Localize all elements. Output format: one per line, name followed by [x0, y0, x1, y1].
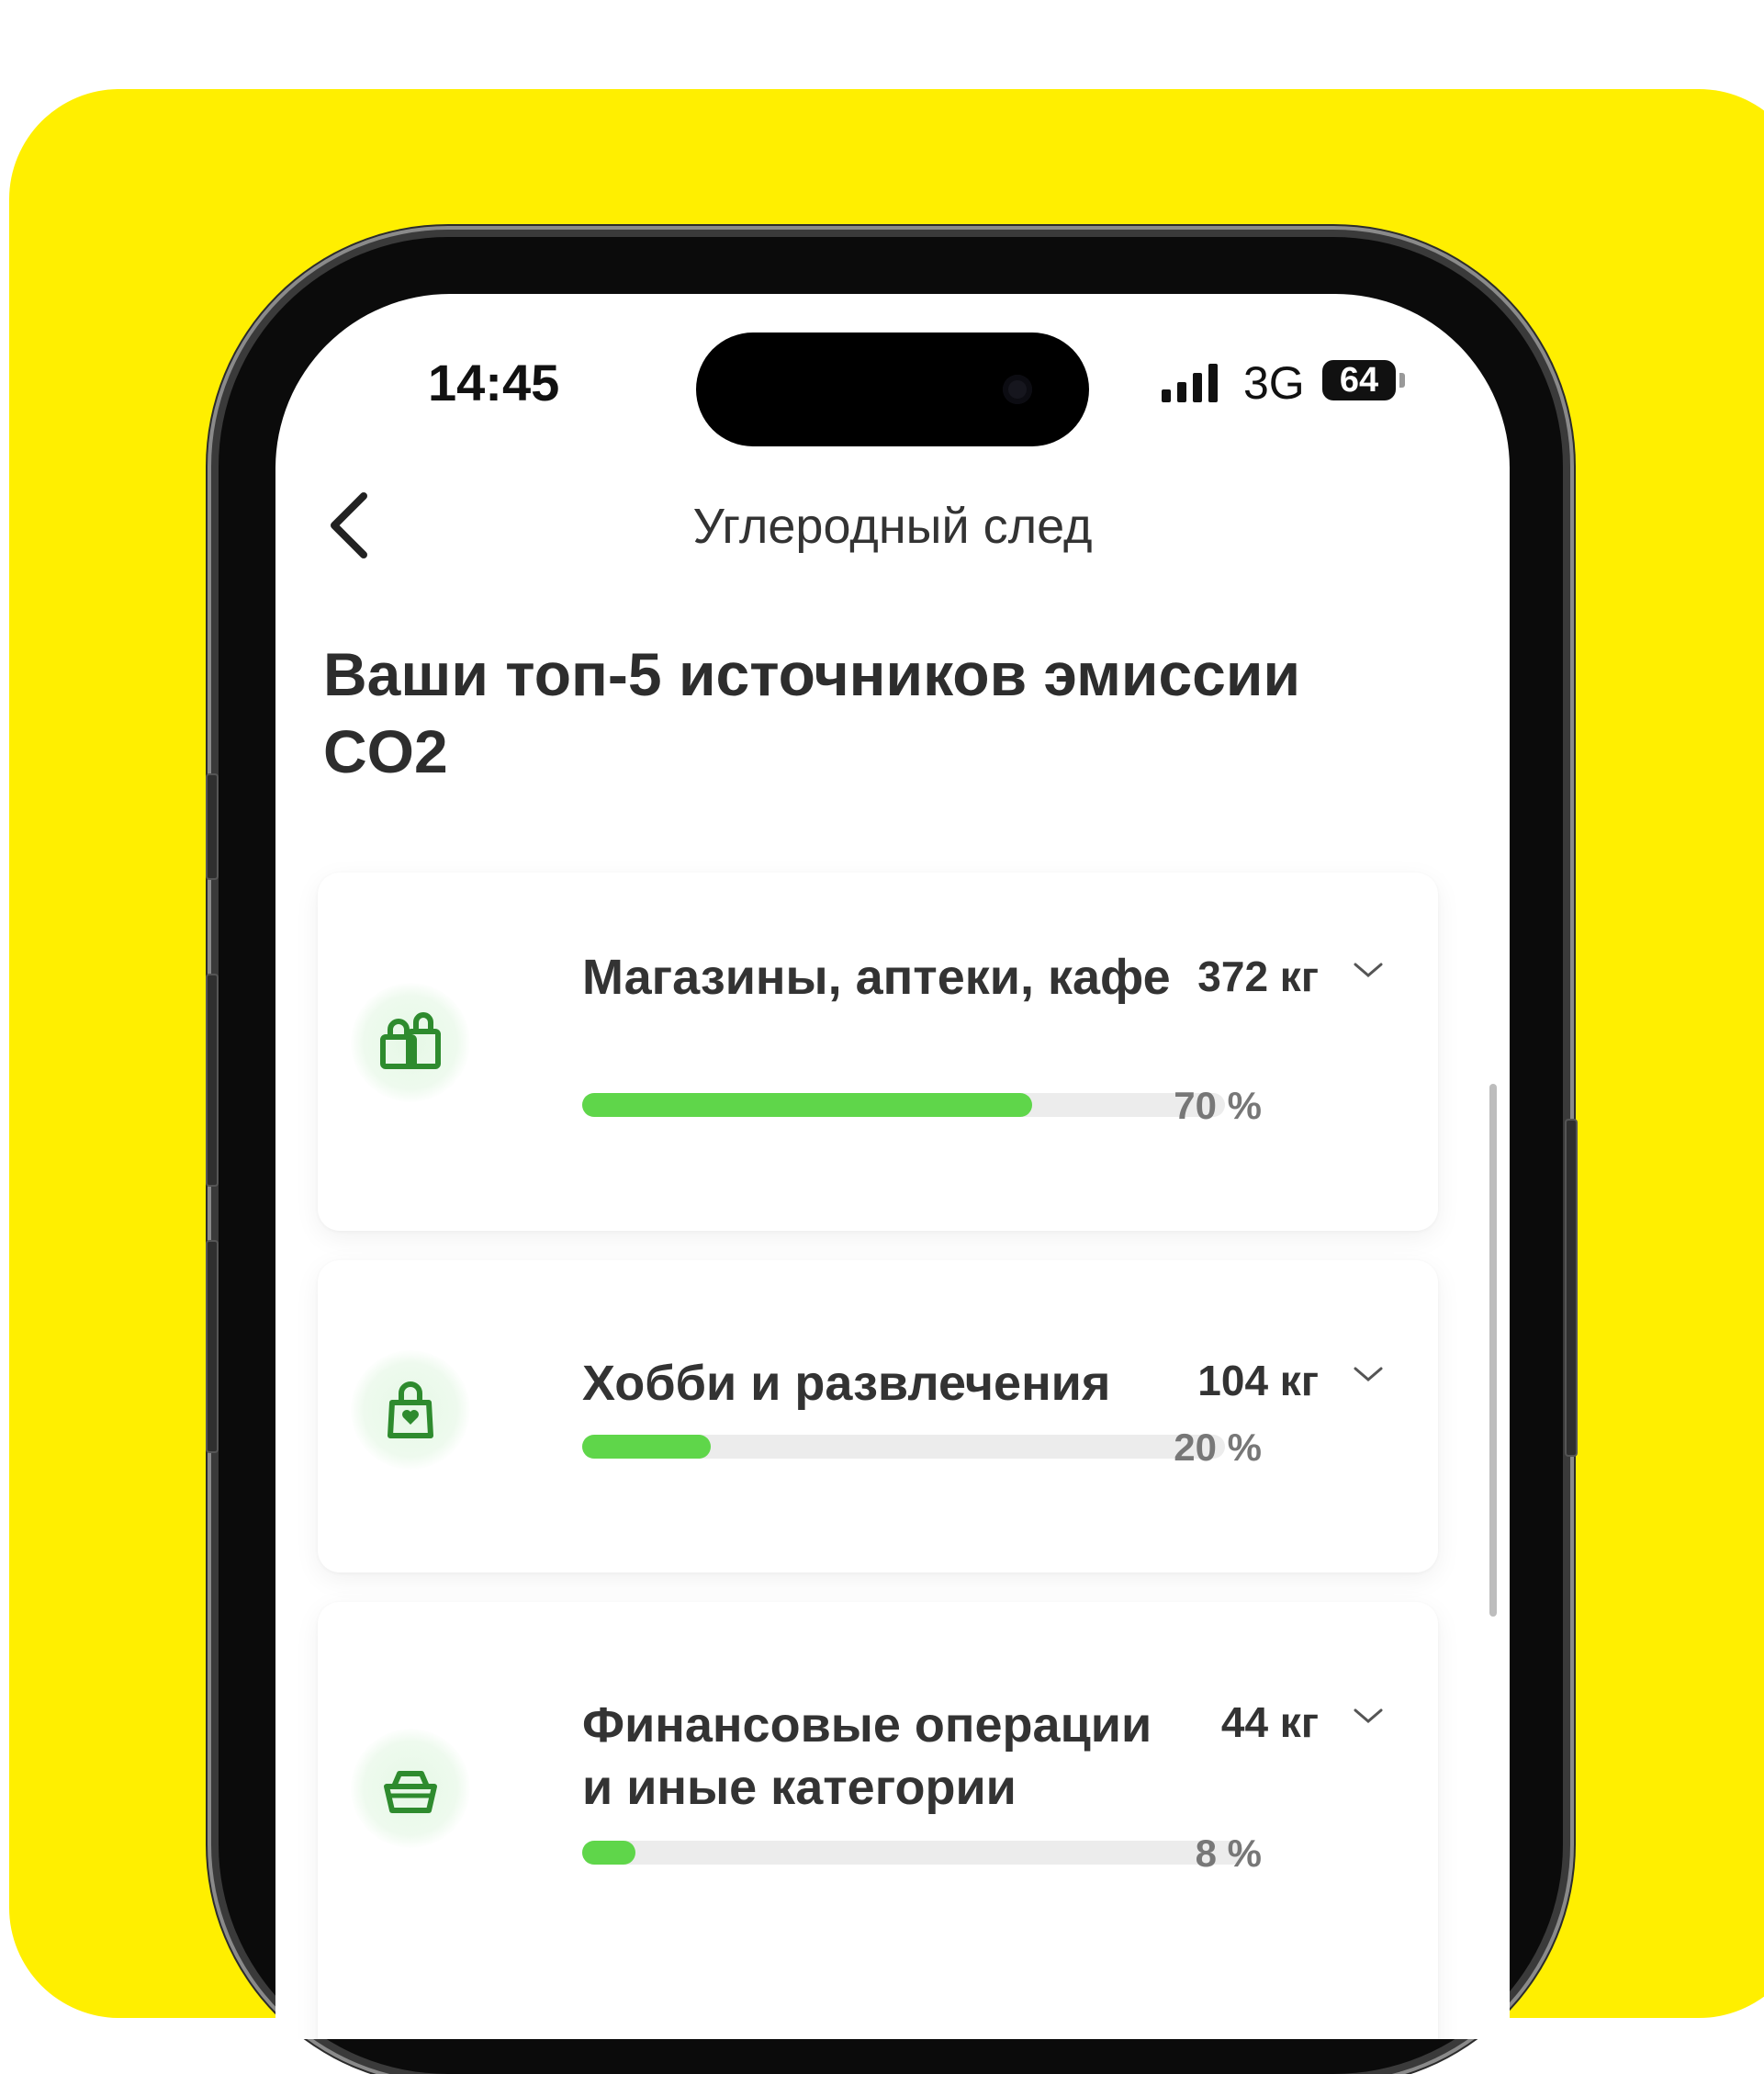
power-button: [1565, 1119, 1578, 1457]
progress-fill: [582, 1841, 635, 1865]
category-value: 372 кг: [1197, 952, 1319, 1000]
action-button: [206, 773, 219, 880]
battery-level: 64: [1339, 360, 1379, 400]
category-name: Хобби и развлечения: [582, 1356, 1111, 1411]
category-card[interactable]: Финансовые операции и иные категории 44 …: [318, 1602, 1438, 2039]
camera-icon: [1003, 375, 1032, 404]
signal-icon: [1162, 362, 1218, 402]
volume-up-button: [206, 974, 219, 1187]
category-percent: 8 %: [1195, 1832, 1262, 1875]
page-title: Углеродный след: [692, 499, 1093, 554]
chevron-down-icon[interactable]: [1350, 1361, 1387, 1387]
category-icon-badge: [351, 1350, 470, 1470]
category-card[interactable]: Магазины, аптеки, кафе 372 кг 70 %: [318, 873, 1438, 1231]
category-name: Финансовые операции и иные категории: [582, 1697, 1152, 1815]
status-time: 14:45: [428, 354, 560, 411]
category-card[interactable]: Хобби и развлечения 104 кг 20 %: [318, 1260, 1438, 1572]
category-percent: 70 %: [1174, 1084, 1262, 1127]
category-icon-badge: [351, 983, 470, 1102]
volume-down-button: [206, 1240, 219, 1453]
bag-heart-icon: [388, 1381, 433, 1438]
chevron-down-icon[interactable]: [1350, 957, 1387, 983]
category-value: 44 кг: [1220, 1698, 1319, 1746]
category-percent: 20 %: [1174, 1426, 1262, 1469]
progress-fill: [582, 1435, 711, 1459]
category icon badge: [351, 1729, 470, 1848]
network-type: 3G: [1243, 357, 1305, 409]
battery-tip: [1399, 373, 1405, 388]
progress-fill: [582, 1093, 1032, 1117]
section-title: Ваши топ-5 источников эмиссии CO2: [323, 640, 1301, 785]
category-name: Магазины, аптеки, кафе: [582, 950, 1171, 1005]
category-value: 104 кг: [1197, 1357, 1319, 1404]
chevron-down-icon[interactable]: [1350, 1703, 1387, 1729]
shopping-bags-icon: [380, 1012, 441, 1069]
scrollbar[interactable]: [1489, 1084, 1497, 1617]
battery-icon: 64: [1322, 360, 1396, 400]
basket-icon: [384, 1771, 437, 1813]
dynamic-island: [696, 333, 1089, 446]
phone-screen: 14:45 3G 64 Углеродный след Ваши топ-5 и…: [275, 294, 1510, 2039]
